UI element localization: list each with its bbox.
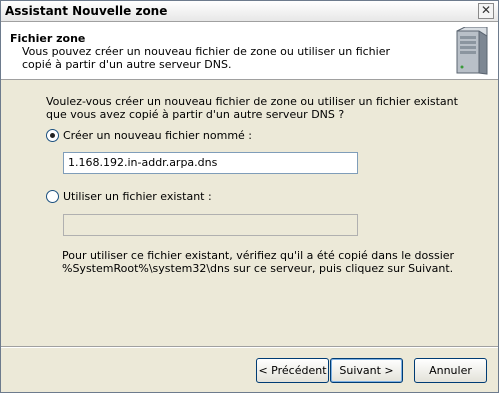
option-existing-file-label: Utiliser un fichier existant :	[63, 190, 212, 203]
radio-new-file[interactable]	[46, 129, 59, 142]
wizard-window: Assistant Nouvelle zone ✕ Fichier zone V…	[0, 0, 499, 393]
question-text: Voulez-vous créer un nouveau fichier de …	[46, 95, 458, 121]
window-title: Assistant Nouvelle zone	[5, 4, 168, 18]
existing-file-input	[63, 214, 358, 236]
server-icon	[456, 27, 488, 75]
option-new-file-label: Créer un nouveau fichier nommé :	[63, 129, 253, 142]
option-existing-file[interactable]: Utiliser un fichier existant :	[46, 190, 212, 203]
title-bar[interactable]: Assistant Nouvelle zone ✕	[1, 1, 498, 22]
new-file-name-input[interactable]: 1.168.192.in-addr.arpa.dns	[63, 152, 358, 174]
back-button[interactable]: < Précédent	[256, 358, 329, 383]
page-title: Fichier zone	[10, 32, 86, 45]
close-button[interactable]: ✕	[478, 3, 494, 19]
wizard-header: Fichier zone Vous pouvez créer un nouvea…	[1, 22, 498, 80]
option-new-file[interactable]: Créer un nouveau fichier nommé :	[46, 129, 252, 142]
radio-existing-file[interactable]	[46, 190, 59, 203]
footer-divider	[1, 346, 498, 348]
existing-file-note: Pour utiliser ce fichier existant, vérif…	[62, 249, 455, 275]
cancel-button[interactable]: Annuler	[414, 358, 487, 383]
close-icon: ✕	[480, 3, 492, 17]
page-description: Vous pouvez créer un nouveau fichier de …	[22, 45, 390, 71]
next-button[interactable]: Suivant >	[330, 358, 403, 383]
